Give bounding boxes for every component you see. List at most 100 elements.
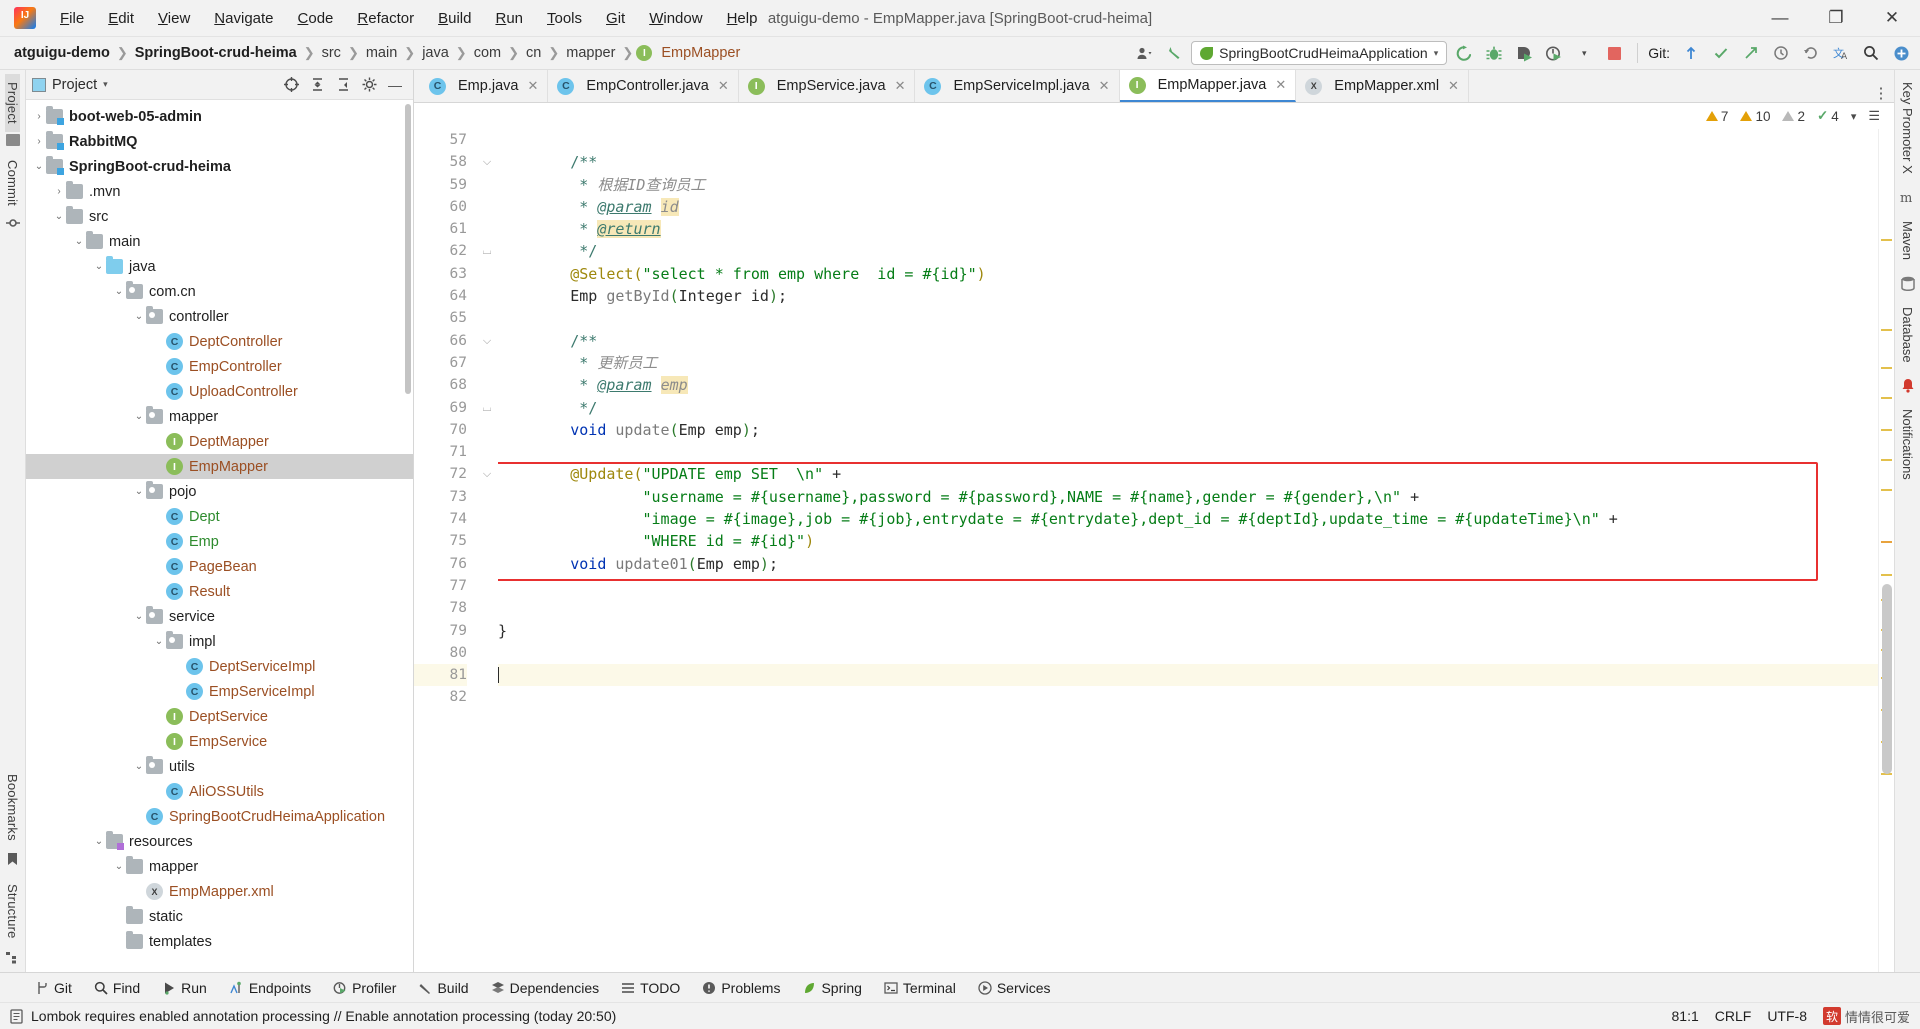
menu-file[interactable]: File <box>48 6 96 31</box>
tree-expand-arrow-icon[interactable]: › <box>152 786 166 797</box>
editor-vertical-scrollbar[interactable] <box>1882 584 1892 774</box>
menu-refactor[interactable]: Refactor <box>345 6 426 31</box>
breadcrumb-item-project[interactable]: atguigu-demo <box>10 43 114 63</box>
tree-node-src[interactable]: ⌄ src <box>26 204 413 229</box>
error-stripe-marker[interactable] <box>1881 367 1892 369</box>
bottom-tool-profiler[interactable]: Profiler <box>322 980 407 996</box>
bottom-tool-find[interactable]: Find <box>83 980 151 996</box>
code-line[interactable]: * 更新员工 <box>498 352 1878 374</box>
tree-node-templates[interactable]: › templates <box>26 929 413 954</box>
tree-node-boot-web-05-admin[interactable]: › boot-web-05-admin <box>26 104 413 129</box>
chevron-down-icon[interactable]: ▾ <box>103 79 108 90</box>
code-line[interactable]: * @param emp <box>498 374 1878 396</box>
gear-icon[interactable] <box>357 74 381 96</box>
sidebar-item-maven[interactable]: Maven <box>1900 215 1915 266</box>
breadcrumb-item-cn[interactable]: cn <box>522 43 545 63</box>
code-line[interactable]: void update(Emp emp); <box>498 419 1878 441</box>
tree-expand-arrow-icon[interactable]: ⌄ <box>92 261 106 272</box>
sidebar-item-structure[interactable]: Structure <box>5 876 20 947</box>
tree-node-impl[interactable]: ⌄ impl <box>26 629 413 654</box>
code-line[interactable]: @Select("select * from emp where id = #{… <box>498 263 1878 285</box>
error-stripe-marker[interactable] <box>1881 239 1892 241</box>
settings-plugin-icon[interactable] <box>1888 41 1914 65</box>
breadcrumb-item-src[interactable]: src <box>318 43 345 63</box>
close-icon[interactable]: ✕ <box>1448 78 1459 94</box>
tree-node-pojo[interactable]: ⌄ pojo <box>26 479 413 504</box>
tree-expand-arrow-icon[interactable]: ⌄ <box>132 486 146 497</box>
sidebar-item-database[interactable]: Database <box>1900 301 1915 369</box>
menu-git[interactable]: Git <box>594 6 637 31</box>
tree-expand-arrow-icon[interactable]: › <box>112 936 126 947</box>
tree-node-rabbitmq[interactable]: › RabbitMQ <box>26 129 413 154</box>
close-button[interactable]: ✕ <box>1864 0 1920 37</box>
tab-empmapper-java[interactable]: I EmpMapper.java ✕ <box>1119 70 1297 102</box>
code-line[interactable] <box>498 597 1878 619</box>
tree-node-deptcontroller[interactable]: ›C DeptController <box>26 329 413 354</box>
tree-node-utils[interactable]: ⌄ utils <box>26 754 413 779</box>
tree-node-deptmapper[interactable]: ›I DeptMapper <box>26 429 413 454</box>
tree-expand-arrow-icon[interactable]: › <box>152 561 166 572</box>
error-stripe-marker[interactable] <box>1881 397 1892 399</box>
search-icon[interactable] <box>1858 41 1884 65</box>
bookmark-icon[interactable] <box>7 852 18 866</box>
tree-node-com-cn[interactable]: ⌄ com.cn <box>26 279 413 304</box>
code-line[interactable]: "image = #{image},job = #{job},entrydate… <box>498 508 1878 530</box>
chevron-down-icon[interactable]: ▾ <box>1571 41 1597 65</box>
hide-panel-icon[interactable]: — <box>383 74 407 96</box>
git-rollback-icon[interactable] <box>1798 41 1824 65</box>
tree-node-static[interactable]: › static <box>26 904 413 929</box>
translate-icon[interactable]: 文A <box>1828 41 1854 65</box>
user-settings-icon[interactable] <box>1131 41 1157 65</box>
sidebar-item-bookmarks[interactable]: Bookmarks <box>5 766 20 849</box>
code-line[interactable]: */ <box>498 240 1878 262</box>
code-line[interactable]: "username = #{username},password = #{pas… <box>498 486 1878 508</box>
bottom-tool-endpoints[interactable]: Endpoints <box>218 980 322 996</box>
tree-expand-arrow-icon[interactable]: ⌄ <box>132 611 146 622</box>
bottom-tool-window-bar[interactable]: Git Find Run Endpoints Profiler Build Dependen… <box>0 972 1920 1002</box>
tree-node-deptservice[interactable]: ›I DeptService <box>26 704 413 729</box>
tab-empserviceimpl-java[interactable]: C EmpServiceImpl.java ✕ <box>915 70 1120 102</box>
breadcrumb[interactable]: atguigu-demo ❯ SpringBoot-crud-heima ❯ s… <box>10 43 744 63</box>
menu-view[interactable]: View <box>146 6 202 31</box>
tree-node-result[interactable]: ›C Result <box>26 579 413 604</box>
database-icon[interactable] <box>1900 276 1915 291</box>
tab-overflow-icon[interactable]: ⋮ <box>1868 84 1894 102</box>
tree-expand-arrow-icon[interactable]: › <box>152 536 166 547</box>
project-tree-scrollbar[interactable] <box>405 104 411 394</box>
menu-bar[interactable]: File Edit View Navigate Code Refactor Bu… <box>48 6 769 31</box>
run-configuration-selector[interactable]: SpringBootCrudHeimaApplication ▾ <box>1191 41 1448 65</box>
tab-empcontroller-java[interactable]: C EmpController.java ✕ <box>548 70 739 102</box>
code-line[interactable]: Emp getById(Integer id); <box>498 285 1878 307</box>
code-line[interactable]: void update01(Emp emp); <box>498 553 1878 575</box>
error-stripe-marker[interactable] <box>1881 489 1892 491</box>
code-line[interactable] <box>498 129 1878 151</box>
maximize-button[interactable]: ❐ <box>1808 0 1864 37</box>
menu-edit[interactable]: Edit <box>96 6 146 31</box>
close-icon[interactable]: ✕ <box>1275 77 1286 93</box>
code-line[interactable] <box>498 642 1878 664</box>
chevron-down-icon[interactable]: ▾ <box>1434 48 1439 59</box>
tree-expand-arrow-icon[interactable]: › <box>172 661 186 672</box>
tree-node-uploadcontroller[interactable]: ›C UploadController <box>26 379 413 404</box>
code-line[interactable] <box>498 441 1878 463</box>
inspection-ok-4[interactable]: ✓ 4 <box>1817 108 1839 124</box>
code-line[interactable] <box>498 686 1878 708</box>
tree-node-aliossutils[interactable]: ›C AliOSSUtils <box>26 779 413 804</box>
breadcrumb-item-empmapper[interactable]: EmpMapper <box>657 43 744 63</box>
menu-tools[interactable]: Tools <box>535 6 594 31</box>
rerun-icon[interactable] <box>1451 41 1477 65</box>
menu-navigate[interactable]: Navigate <box>202 6 285 31</box>
tree-expand-arrow-icon[interactable]: › <box>32 136 46 147</box>
error-stripe-marker[interactable] <box>1881 541 1892 543</box>
chevron-down-icon[interactable]: ▾ <box>1851 110 1857 123</box>
tree-expand-arrow-icon[interactable]: › <box>152 711 166 722</box>
tree-expand-arrow-icon[interactable]: › <box>132 886 146 897</box>
tree-expand-arrow-icon[interactable]: ⌄ <box>112 286 126 297</box>
inspection-widget[interactable]: 7 10 2 ✓ 4 ▾ ☰ <box>414 103 1894 129</box>
breadcrumb-item-main[interactable]: main <box>362 43 401 63</box>
tree-node-empmapper[interactable]: ›I EmpMapper <box>26 454 413 479</box>
fold-marker[interactable]: ⌵ <box>476 330 498 352</box>
tree-expand-arrow-icon[interactable]: › <box>112 911 126 922</box>
sidebar-item-key-promoter-x[interactable]: Key Promoter X <box>1900 76 1915 180</box>
bottom-tool-services[interactable]: Services <box>967 980 1062 996</box>
